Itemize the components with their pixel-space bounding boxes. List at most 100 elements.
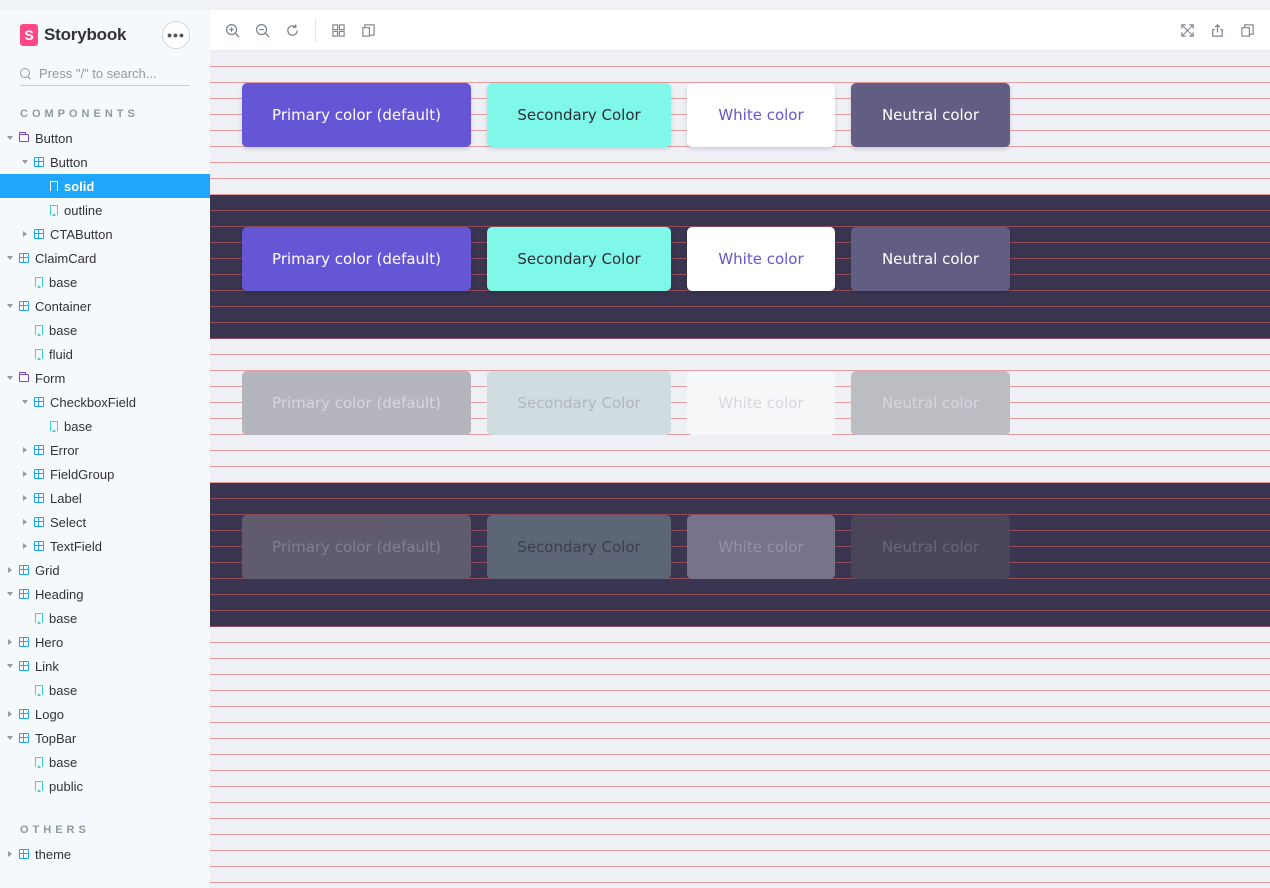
- tree-item-label: base: [64, 418, 93, 434]
- tree-item-label: Button: [35, 130, 73, 146]
- folder-icon: [19, 372, 29, 382]
- chevron-right-icon[interactable]: [23, 543, 27, 549]
- tree-item-solid[interactable]: solid: [0, 174, 210, 198]
- section-title-components: COMPONENTS: [20, 108, 139, 120]
- tree-item-public[interactable]: public: [0, 774, 210, 798]
- primary-button[interactable]: Primary color (default): [242, 227, 471, 291]
- tree-item-label[interactable]: Label: [0, 486, 210, 510]
- chevron-down-icon[interactable]: [7, 136, 13, 140]
- chevron-right-icon[interactable]: [8, 639, 12, 645]
- component-icon: [34, 157, 44, 167]
- menu-button[interactable]: •••: [162, 21, 190, 49]
- tree-item-fluid[interactable]: fluid: [0, 342, 210, 366]
- preview-toolbar: [210, 10, 1270, 51]
- primary-button-disabled: Primary color (default): [242, 371, 471, 435]
- chevron-down-icon[interactable]: [7, 376, 13, 380]
- tree-item-base[interactable]: base: [0, 678, 210, 702]
- chevron-right-icon[interactable]: [8, 711, 12, 717]
- chevron-right-icon[interactable]: [23, 447, 27, 453]
- story-icon: [35, 325, 43, 336]
- component-icon: [19, 589, 29, 599]
- tree-item-label: outline: [64, 202, 103, 218]
- zoom-in-icon[interactable]: [223, 21, 241, 39]
- chevron-down-icon[interactable]: [7, 304, 13, 308]
- tree-item-container[interactable]: Container: [0, 294, 210, 318]
- tree-item-base[interactable]: base: [0, 270, 210, 294]
- component-icon: [19, 849, 29, 859]
- tree-item-claimcard[interactable]: ClaimCard: [0, 246, 210, 270]
- search-input[interactable]: [39, 66, 179, 81]
- tree-item-grid[interactable]: Grid: [0, 558, 210, 582]
- secondary-button[interactable]: Secondary Color: [487, 83, 671, 147]
- outline-icon[interactable]: [359, 21, 377, 39]
- tree-item-topbar[interactable]: TopBar: [0, 726, 210, 750]
- tree-item-base[interactable]: base: [0, 414, 210, 438]
- chevron-down-icon[interactable]: [22, 160, 28, 164]
- story-icon: [35, 781, 43, 792]
- tree-item-form[interactable]: Form: [0, 366, 210, 390]
- chevron-right-icon[interactable]: [8, 851, 12, 857]
- button-row: Primary color (default) Secondary Color …: [242, 371, 1010, 435]
- tree-item-label: Button: [50, 154, 88, 170]
- chevron-down-icon[interactable]: [7, 256, 13, 260]
- tree-item-error[interactable]: Error: [0, 438, 210, 462]
- tree-item-label: Link: [35, 658, 59, 674]
- chevron-right-icon[interactable]: [23, 471, 27, 477]
- chevron-down-icon[interactable]: [7, 592, 13, 596]
- tree-item-button[interactable]: Button: [0, 126, 210, 150]
- chevron-down-icon[interactable]: [22, 400, 28, 404]
- tree-item-ctabutton[interactable]: CTAButton: [0, 222, 210, 246]
- tree-item-textfield[interactable]: TextField: [0, 534, 210, 558]
- tree-item-logo[interactable]: Logo: [0, 702, 210, 726]
- secondary-button-disabled: Secondary Color: [487, 515, 671, 579]
- folder-icon: [19, 132, 29, 142]
- neutral-button[interactable]: Neutral color: [851, 227, 1010, 291]
- primary-button[interactable]: Primary color (default): [242, 83, 471, 147]
- story-icon: [50, 181, 58, 192]
- fullscreen-icon[interactable]: [1178, 21, 1196, 39]
- chevron-down-icon[interactable]: [7, 736, 13, 740]
- tree-item-fieldgroup[interactable]: FieldGroup: [0, 462, 210, 486]
- white-button[interactable]: White color: [687, 83, 835, 147]
- reset-zoom-icon[interactable]: [283, 21, 301, 39]
- neutral-button-disabled: Neutral color: [851, 371, 1010, 435]
- zoom-out-icon[interactable]: [253, 21, 271, 39]
- chevron-right-icon[interactable]: [23, 519, 27, 525]
- tree-item-label: Container: [35, 298, 92, 314]
- component-icon: [19, 661, 29, 671]
- neutral-button[interactable]: Neutral color: [851, 83, 1010, 147]
- secondary-button[interactable]: Secondary Color: [487, 227, 671, 291]
- tree-item-label: TextField: [50, 538, 103, 554]
- tree-item-hero[interactable]: Hero: [0, 630, 210, 654]
- copy-link-icon[interactable]: [1238, 21, 1256, 39]
- tree-item-base[interactable]: base: [0, 750, 210, 774]
- tree-item-base[interactable]: base: [0, 606, 210, 630]
- grid-icon[interactable]: [329, 21, 347, 39]
- component-icon: [34, 397, 44, 407]
- tree-item-theme[interactable]: theme: [0, 842, 210, 866]
- band-light: Primary color (default) Secondary Color …: [210, 51, 1270, 195]
- white-button[interactable]: White color: [687, 227, 835, 291]
- search-box[interactable]: [20, 62, 190, 86]
- sidebar: S Storybook ••• COMPONENTS Button Button s…: [0, 10, 210, 888]
- tree-item-label: Heading: [35, 586, 84, 602]
- tree-item-checkboxfield[interactable]: CheckboxField: [0, 390, 210, 414]
- secondary-button-disabled: Secondary Color: [487, 371, 671, 435]
- tree-item-link[interactable]: Link: [0, 654, 210, 678]
- chevron-right-icon[interactable]: [8, 567, 12, 573]
- brand[interactable]: S Storybook: [20, 22, 126, 48]
- story-icon: [50, 205, 58, 216]
- share-icon[interactable]: [1208, 21, 1226, 39]
- chevron-right-icon[interactable]: [23, 495, 27, 501]
- tree-item-label: public: [49, 778, 83, 794]
- tree-item-outline[interactable]: outline: [0, 198, 210, 222]
- neutral-button-disabled: Neutral color: [851, 515, 1010, 579]
- tree-item-heading[interactable]: Heading: [0, 582, 210, 606]
- tree-item-base[interactable]: base: [0, 318, 210, 342]
- tree-item-button[interactable]: Button: [0, 150, 210, 174]
- tree-item-label: Error: [50, 442, 79, 458]
- tree-item-label: Grid: [35, 562, 60, 578]
- chevron-right-icon[interactable]: [23, 231, 27, 237]
- chevron-down-icon[interactable]: [7, 664, 13, 668]
- tree-item-select[interactable]: Select: [0, 510, 210, 534]
